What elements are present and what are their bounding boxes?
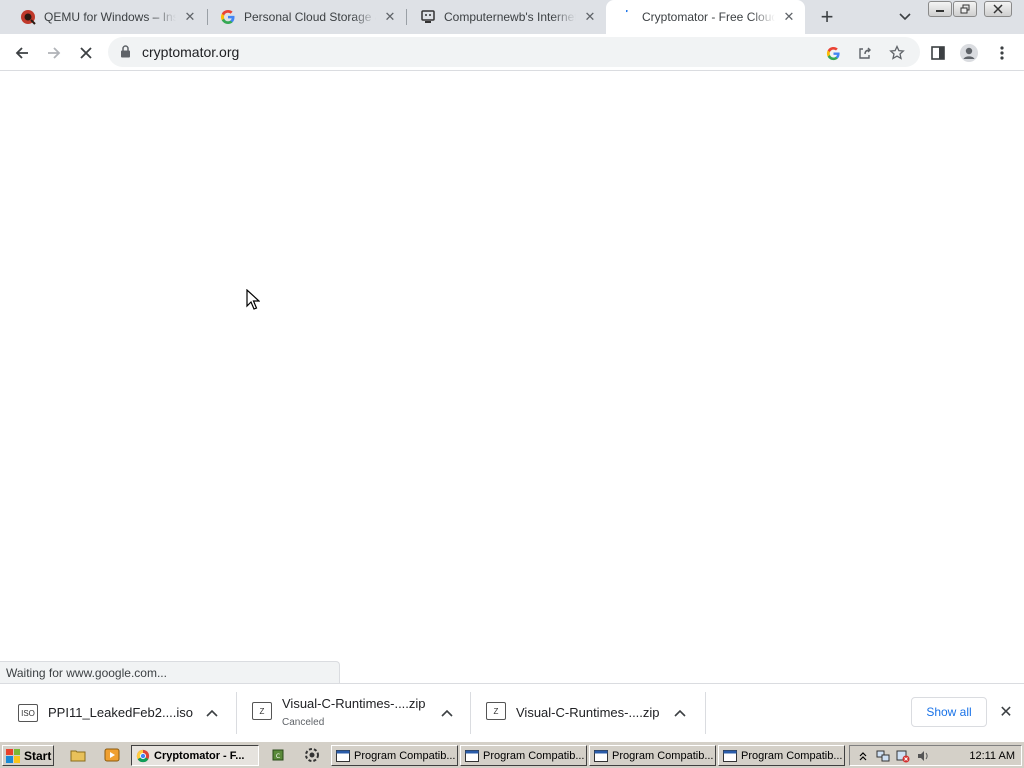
media-player-icon[interactable] [104,747,120,763]
clock[interactable]: 12:11 AM [969,750,1015,762]
taskbar-item-program-compat[interactable]: Program Compatib... [331,745,458,766]
tab-title: QEMU for Windows – Ins [44,10,176,24]
start-button[interactable]: Start [2,745,54,766]
taskbar-item-cryptomator[interactable]: Cryptomator - F... [131,745,259,766]
window-icon [336,749,350,762]
downloads-shelf: ISO PPI11_LeakedFeb2....iso Z Visual-C-R… [0,683,1024,741]
loading-spinner-icon [618,9,634,25]
back-arrow-icon [15,47,28,59]
forward-arrow-icon [48,47,61,59]
download-item[interactable]: ISO PPI11_LeakedFeb2....iso [0,684,236,742]
restore-icon [960,4,970,14]
cpu-icon[interactable]: C [270,747,286,763]
tab-search-button[interactable] [893,5,917,29]
tab-computernewb[interactable]: Computernewb's Internet ✕ [408,0,606,34]
chrome-icon [136,749,150,762]
iso-file-icon: ISO [18,704,38,722]
new-tab-button[interactable]: + [815,4,839,29]
task-label: Cryptomator - F... [154,749,245,762]
security-alert-icon[interactable] [896,749,910,763]
taskbar-item-program-compat[interactable]: Program Compatib... [460,745,587,766]
system-tray: 12:11 AM [849,745,1022,766]
download-filename: Visual-C-Runtimes-....zip [282,696,426,711]
taskbar-item-program-compat[interactable]: Program Compatib... [589,745,716,766]
taskbar: Start Cryptomator - F... C Program Compa… [0,741,1024,768]
download-filename: PPI11_LeakedFeb2....iso [48,705,194,720]
download-status: Canceled [282,717,325,728]
task-label: Program Compatib... [483,749,585,762]
share-icon[interactable] [854,42,876,64]
download-item[interactable]: Z Visual-C-Runtimes-....zip Canceled [237,684,470,742]
tab-google[interactable]: Personal Cloud Storage & ✕ [208,0,406,34]
status-bubble: Waiting for www.google.com... [0,661,340,683]
zip-file-icon: Z [486,702,506,720]
tab-title: Personal Cloud Storage & [244,10,376,24]
side-panel-button[interactable] [924,39,952,67]
folder-icon[interactable] [70,747,86,763]
bookmark-star-icon[interactable] [886,42,908,64]
zip-file-icon: Z [252,702,272,720]
task-label: Program Compatib... [354,749,456,762]
back-button[interactable] [8,39,36,67]
tab-cryptomator[interactable]: Cryptomator - Free Cloud ✕ [606,0,805,34]
lock-icon[interactable] [120,45,131,61]
start-label: Start [24,748,52,763]
close-window-button[interactable] [984,1,1012,17]
show-hidden-icons-icon[interactable] [856,749,870,763]
chevron-up-icon[interactable] [670,703,690,723]
task-label: Program Compatib... [612,749,714,762]
show-all-button[interactable]: Show all [911,697,987,727]
computernewb-icon [420,9,436,25]
tab-divider [406,9,407,25]
stop-button[interactable] [72,39,100,67]
side-panel-icon [931,46,945,60]
task-label: Program Compatib... [741,749,843,762]
minimize-icon [936,10,944,12]
stop-icon [80,47,92,59]
close-icon[interactable]: ✕ [382,9,398,25]
window-icon [723,749,737,762]
download-filename: Visual-C-Runtimes-....zip [516,705,660,720]
close-icon[interactable]: ✕ [582,9,598,25]
mouse-cursor-icon [246,288,261,314]
page-content [0,71,1024,683]
minimize-button[interactable] [928,1,952,17]
settings-icon[interactable] [304,747,320,763]
profile-button[interactable] [955,39,983,67]
close-icon[interactable]: ✕ [996,702,1016,722]
svg-text:C: C [276,753,280,760]
url-text: cryptomator.org [142,44,240,60]
download-item[interactable]: Z Visual-C-Runtimes-....zip [471,684,705,742]
download-divider [705,692,706,734]
tab-title: Cryptomator - Free Cloud [642,10,775,24]
menu-button[interactable] [988,39,1016,67]
chevron-up-icon[interactable] [202,703,222,723]
avatar-icon [960,44,978,62]
address-bar[interactable]: cryptomator.org [108,37,920,67]
close-icon[interactable]: ✕ [781,9,797,25]
forward-button[interactable] [40,39,68,67]
chevron-up-icon[interactable] [437,703,457,723]
chevron-down-icon [899,13,911,21]
close-icon [993,4,1003,14]
taskbar-item-program-compat[interactable]: Program Compatib... [718,745,845,766]
tab-qemu[interactable]: QEMU for Windows – Ins ✕ [8,0,206,34]
browser-toolbar: cryptomator.org [0,34,1024,71]
qemu-icon [20,9,36,25]
tab-title: Computernewb's Internet [444,10,576,24]
volume-icon[interactable] [916,749,930,763]
kebab-menu-icon [1000,46,1004,60]
windows-logo-icon [6,748,20,763]
google-lens-icon[interactable] [822,42,844,64]
google-icon [220,9,236,25]
window-icon [465,749,479,762]
close-icon[interactable]: ✕ [182,9,198,25]
network-icon[interactable] [876,749,890,763]
window-icon [594,749,608,762]
tab-strip: QEMU for Windows – Ins ✕ Personal Cloud … [0,0,1024,34]
restore-button[interactable] [953,1,977,17]
